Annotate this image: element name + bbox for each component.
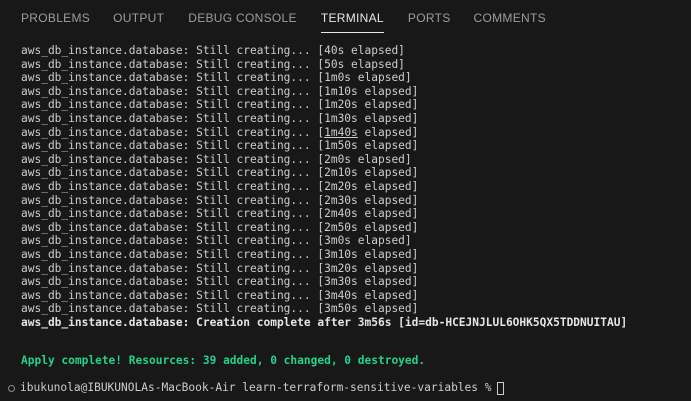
terminal-line: aws_db_instance.database: Still creating… <box>21 57 405 71</box>
terminal-line: aws_db_instance.database: Still creating… <box>21 179 419 193</box>
terminal-line: aws_db_instance.database: Still creating… <box>21 261 419 275</box>
tab-comments[interactable]: COMMENTS <box>474 0 546 36</box>
creation-complete-line: aws_db_instance.database: Creation compl… <box>21 315 628 329</box>
terminal-line: aws_db_instance.database: Still creating… <box>21 84 419 98</box>
terminal-line: aws_db_instance.database: Still creating… <box>21 152 412 166</box>
tab-output[interactable]: OUTPUT <box>113 0 164 36</box>
tab-problems[interactable]: PROBLEMS <box>21 0 90 36</box>
command-decoration-icon[interactable] <box>8 384 15 392</box>
terminal-line: aws_db_instance.database: Still creating… <box>21 234 412 248</box>
terminal-panel[interactable]: aws_db_instance.database: Still creating… <box>0 36 691 401</box>
shell-prompt[interactable]: ibukunola@IBUKUNOLAs-MacBook-Air learn-t… <box>8 381 505 395</box>
terminal-line: aws_db_instance.database: Still creating… <box>21 247 419 261</box>
prompt-text: ibukunola@IBUKUNOLAs-MacBook-Air learn-t… <box>20 381 492 394</box>
terminal-link[interactable]: 1m40s <box>324 126 358 139</box>
terminal-line: aws_db_instance.database: Still creating… <box>21 288 419 302</box>
terminal-line: aws_db_instance.database: Still creating… <box>21 98 419 112</box>
panel-tab-bar: PROBLEMS OUTPUT DEBUG CONSOLE TERMINAL P… <box>0 0 691 36</box>
terminal-line: aws_db_instance.database: Still creating… <box>21 207 419 221</box>
terminal-line: aws_db_instance.database: Still creating… <box>21 126 627 140</box>
terminal-line-prefix: aws_db_instance.database: Still creating… <box>21 125 325 139</box>
tab-debug-console[interactable]: DEBUG CONSOLE <box>188 0 297 36</box>
terminal-line: aws_db_instance.database: Still creating… <box>21 220 419 234</box>
terminal-cursor <box>497 381 505 395</box>
terminal-line: aws_db_instance.database: Still creating… <box>21 166 419 180</box>
terminal-line: aws_db_instance.database: Still creating… <box>21 44 405 57</box>
terminal-line-suffix: elapsed] <box>357 125 419 139</box>
terminal-line: aws_db_instance.database: Still creating… <box>21 111 419 125</box>
apply-complete-line: Apply complete! Resources: 39 added, 0 c… <box>21 354 426 367</box>
terminal-line: aws_db_instance.database: Still creating… <box>21 139 419 153</box>
terminal-line: aws_db_instance.database: Still creating… <box>21 275 419 289</box>
terminal-line: aws_db_instance.database: Still creating… <box>21 302 419 316</box>
tab-ports[interactable]: PORTS <box>408 0 451 36</box>
terminal-line: aws_db_instance.database: Still creating… <box>21 193 419 207</box>
tab-terminal[interactable]: TERMINAL <box>320 0 384 36</box>
terminal-line: aws_db_instance.database: Still creating… <box>21 71 412 85</box>
terminal-output: aws_db_instance.database: Still creating… <box>21 44 627 329</box>
